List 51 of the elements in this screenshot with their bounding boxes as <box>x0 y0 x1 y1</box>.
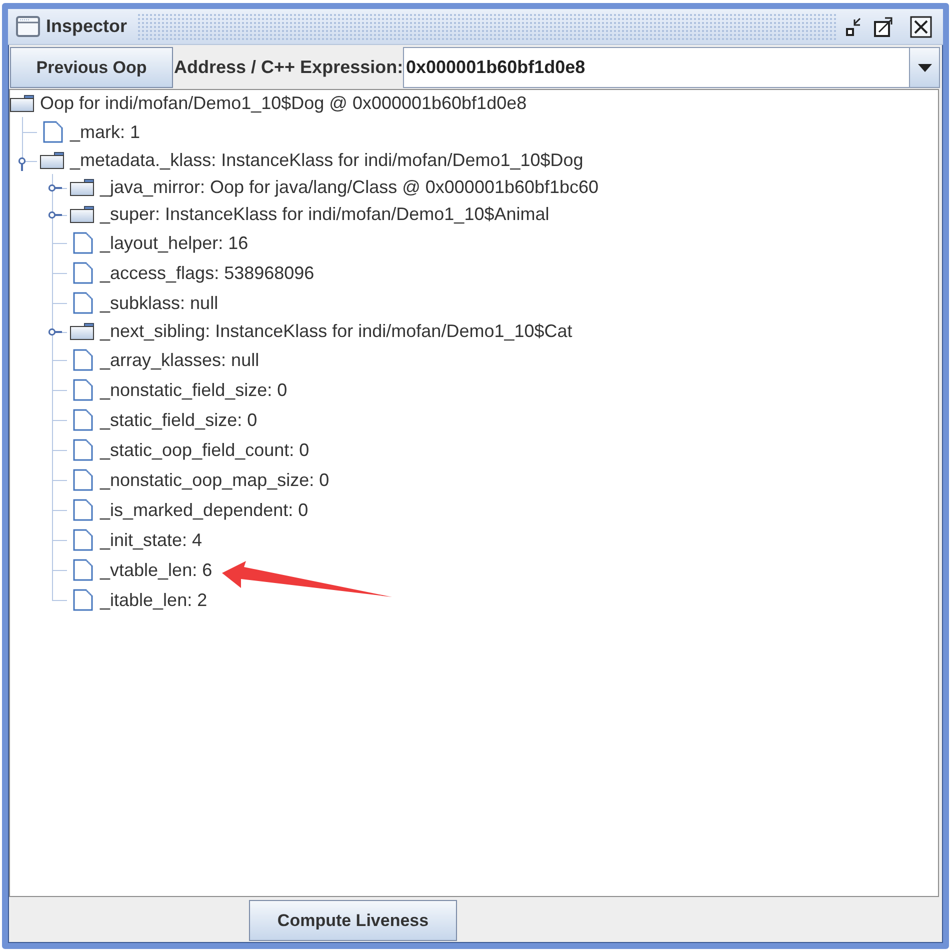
file-icon <box>43 121 63 143</box>
folder-icon <box>10 95 34 112</box>
file-icon <box>73 349 93 371</box>
tree-node-label[interactable]: _layout_helper: 16 <box>100 230 248 256</box>
file-icon <box>73 499 93 521</box>
caret-down-icon <box>918 64 932 72</box>
folder-icon <box>40 152 64 169</box>
tree-node-label[interactable]: _subklass: null <box>100 290 218 316</box>
tree-node-label[interactable]: _access_flags: 538968096 <box>100 260 314 286</box>
file-icon <box>73 262 93 284</box>
address-label: Address / C++ Expression: <box>174 56 404 79</box>
tree-node-label[interactable]: _super: InstanceKlass for indi/mofan/Demo1_10$Animal <box>100 201 550 228</box>
file-icon <box>73 379 93 401</box>
tree-node-label[interactable]: _metadata._klass: InstanceKlass for indi/mofan/Demo1_10$Dog <box>70 147 584 174</box>
tree-node-label[interactable]: _mark: 1 <box>70 118 140 146</box>
tree-node-label[interactable]: _itable_len: 2 <box>100 586 208 614</box>
maximize-icon[interactable] <box>874 16 893 37</box>
previous-oop-button[interactable]: Previous Oop <box>10 47 173 88</box>
collapsed-handle-icon[interactable] <box>48 210 62 218</box>
compute-liveness-button[interactable]: Compute Liveness <box>249 900 457 941</box>
tree-node-label[interactable]: _next_sibling: InstanceKlass for indi/mofan/Demo1_10$Cat <box>100 318 572 345</box>
file-icon <box>73 232 93 254</box>
tree-node-label[interactable]: Oop for indi/mofan/Demo1_10$Dog @ 0x000001b60bf1d0e8 <box>40 90 527 117</box>
file-icon <box>73 589 93 611</box>
tree-node-label[interactable]: _is_marked_dependent: 0 <box>100 496 308 524</box>
close-icon[interactable] <box>910 16 932 38</box>
file-icon <box>73 469 93 491</box>
tree-node-label[interactable]: _vtable_len: 6 <box>100 556 212 584</box>
expanded-handle-icon[interactable] <box>18 156 26 170</box>
folder-icon <box>70 179 94 196</box>
file-icon <box>73 409 93 431</box>
address-field[interactable]: 0x000001b60bf1d0e8 <box>403 47 910 88</box>
tree-node-label[interactable]: _array_klasses: null <box>100 346 260 374</box>
tree-node-label[interactable]: _static_field_size: 0 <box>100 406 258 434</box>
folder-icon <box>70 323 94 340</box>
file-icon <box>73 559 93 581</box>
minimize-icon[interactable] <box>846 16 861 36</box>
window-icon <box>16 16 40 37</box>
collapsed-handle-icon[interactable] <box>48 328 62 336</box>
dropdown-button[interactable] <box>910 47 940 88</box>
file-icon <box>73 529 93 551</box>
window-title: Inspector <box>46 15 128 38</box>
folder-icon <box>70 206 94 223</box>
file-icon <box>73 292 93 314</box>
tree-node-label[interactable]: _init_state: 4 <box>100 526 202 554</box>
tree-node-label[interactable]: _nonstatic_oop_map_size: 0 <box>100 466 330 494</box>
tree-node-label[interactable]: _java_mirror: Oop for java/lang/Class @ 0x000001b60bf1bc60 <box>100 174 599 201</box>
collapsed-handle-icon[interactable] <box>48 184 62 192</box>
tree-node-label[interactable]: _nonstatic_field_size: 0 <box>100 376 288 404</box>
tree-node-label[interactable]: _static_oop_field_count: 0 <box>100 436 310 464</box>
file-icon <box>73 439 93 461</box>
